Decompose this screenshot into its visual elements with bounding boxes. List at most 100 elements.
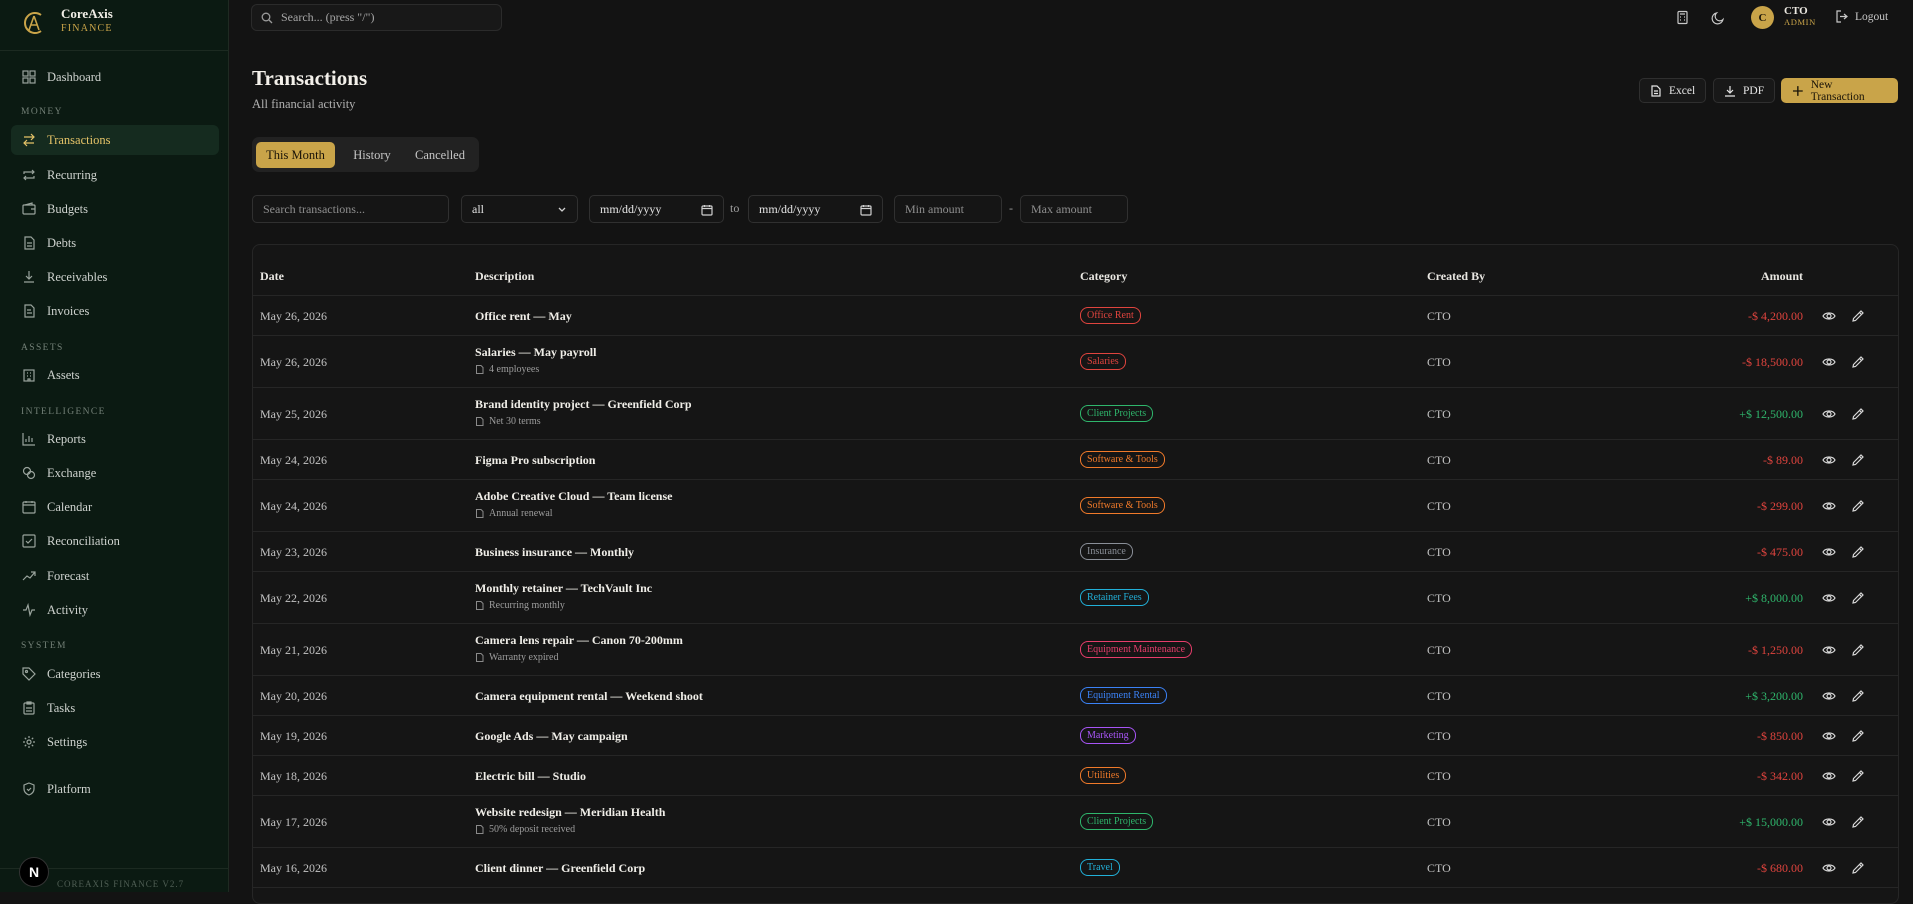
min-amount-input[interactable]: Min amount [894,195,1002,223]
new-transaction-button[interactable]: New Transaction [1781,78,1898,103]
table-row[interactable]: May 25, 2026 Brand identity project — Gre… [253,388,1898,440]
tab-this-month[interactable]: This Month [256,142,335,168]
edit-icon[interactable] [1851,815,1865,829]
view-icon[interactable] [1822,689,1836,703]
sidebar-item-categories[interactable]: Categories [11,659,219,689]
sidebar-item-reconciliation[interactable]: Reconciliation [11,526,219,556]
wallet-icon [22,202,36,215]
user-name: CTO [1784,5,1808,17]
cell-description: Monthly retainer — TechVault Inc [475,581,653,595]
brand[interactable]: CoreAxis FINANCE [0,0,229,51]
sidebar-item-reports[interactable]: Reports [11,424,219,454]
export-pdf-button[interactable]: PDF [1713,78,1776,103]
sidebar-item-receivables[interactable]: Receivables [11,262,219,292]
view-icon[interactable] [1822,643,1836,657]
view-icon[interactable] [1822,407,1836,421]
edit-icon[interactable] [1851,643,1865,657]
table-row[interactable]: May 26, 2026 Salaries — May payroll 4 empl… [253,336,1898,388]
cell-description: Brand identity project — Greenfield Corp [475,397,692,411]
view-icon[interactable] [1822,591,1836,605]
date-to-value: mm/dd/yyyy [759,201,821,216]
edit-icon[interactable] [1851,355,1865,369]
cell-description: Office rent — May [475,309,572,323]
header-category[interactable]: Category [1080,269,1127,284]
calculator-icon[interactable] [1675,10,1690,25]
table-row[interactable]: May 23, 2026 Business insurance — Monthly… [253,532,1898,572]
type-select[interactable]: all [461,195,578,223]
edit-icon[interactable] [1851,545,1865,559]
table-row[interactable]: May 20, 2026 Camera equipment rental — We… [253,676,1898,716]
calendar-icon[interactable] [701,204,713,216]
cell-description: Figma Pro subscription [475,453,596,467]
avatar[interactable]: C [1751,6,1774,29]
header-created-by[interactable]: Created By [1427,269,1485,284]
cell-created-by: CTO [1427,729,1451,743]
sidebar-item-tasks[interactable]: Tasks [11,693,219,723]
table-row[interactable]: May 17, 2026 Website redesign — Meridian … [253,796,1898,848]
view-icon[interactable] [1822,729,1836,743]
edit-icon[interactable] [1851,407,1865,421]
table-row[interactable]: May 21, 2026 Camera lens repair — Canon 7… [253,624,1898,676]
date-from-input[interactable]: mm/dd/yyyy [589,195,724,223]
edit-icon[interactable] [1851,499,1865,513]
date-to-input[interactable]: mm/dd/yyyy [748,195,883,223]
table-row[interactable]: May 16, 2026 Client dinner — Greenfield C… [253,848,1898,888]
edit-icon[interactable] [1851,591,1865,605]
sidebar-item-dashboard[interactable]: Dashboard [11,62,219,92]
sidebar-item-label: Budgets [47,201,88,216]
view-icon[interactable] [1822,499,1836,513]
category-badge: Equipment Rental [1080,687,1167,704]
sidebar-item-transactions[interactable]: Transactions [11,125,219,155]
edit-icon[interactable] [1851,453,1865,467]
view-icon[interactable] [1822,815,1836,829]
edit-icon[interactable] [1851,769,1865,783]
tab-cancelled[interactable]: Cancelled [405,142,475,168]
sidebar-item-calendar[interactable]: Calendar [11,492,219,522]
view-icon[interactable] [1822,355,1836,369]
moon-icon[interactable] [1711,10,1726,25]
cell-date: May 24, 2026 [260,453,327,467]
sidebar-item-assets[interactable]: Assets [11,360,219,390]
view-icon[interactable] [1822,545,1836,559]
view-icon[interactable] [1822,769,1836,783]
view-icon[interactable] [1822,309,1836,323]
edit-icon[interactable] [1851,729,1865,743]
header-description[interactable]: Description [475,269,534,284]
export-excel-button[interactable]: Excel [1639,78,1707,103]
view-icon[interactable] [1822,861,1836,875]
calendar-icon[interactable] [860,204,872,216]
edit-icon[interactable] [1851,861,1865,875]
sidebar-item-debts[interactable]: Debts [11,228,219,258]
sidebar-item-invoices[interactable]: Invoices [11,296,219,326]
sidebar-item-forecast[interactable]: Forecast [11,561,219,591]
n-badge[interactable]: N [19,857,49,887]
section-system: SYSTEM [21,641,67,651]
table-row[interactable]: May 22, 2026 Monthly retainer — TechVault… [253,572,1898,624]
header-date[interactable]: Date [260,269,284,284]
edit-icon[interactable] [1851,689,1865,703]
sidebar-item-recurring[interactable]: Recurring [11,160,219,190]
max-amount-input[interactable]: Max amount [1020,195,1128,223]
sidebar-item-budgets[interactable]: Budgets [11,194,219,224]
logout-button[interactable]: Logout [1836,10,1888,23]
brand-subtitle: FINANCE [61,23,113,34]
transactions-table: Date Description Category Created By Amo… [252,244,1899,904]
table-row[interactable]: May 19, 2026 Google Ads — May campaign Mar… [253,716,1898,756]
tab-history[interactable]: History [342,142,402,168]
sidebar-item-settings[interactable]: Settings [11,727,219,757]
table-row[interactable]: May 24, 2026 Figma Pro subscription Softwa… [253,440,1898,480]
global-search-input[interactable]: Search... (press "/") [251,4,502,31]
transaction-search-input[interactable]: Search transactions... [252,195,449,223]
sidebar-item-activity[interactable]: Activity [11,595,219,625]
sidebar-item-platform[interactable]: Platform [11,774,219,804]
table-row[interactable]: May 18, 2026 Electric bill — Studio Utilit… [253,756,1898,796]
view-icon[interactable] [1822,453,1836,467]
sidebar-item-exchange[interactable]: Exchange [11,458,219,488]
page-subtitle: All financial activity [252,97,356,111]
table-row[interactable]: May 24, 2026 Adobe Creative Cloud — Team … [253,480,1898,532]
table-row[interactable]: May 26, 2026 Office rent — May Office Rent… [253,296,1898,336]
edit-icon[interactable] [1851,309,1865,323]
tags-icon [22,667,36,681]
download-icon [24,271,34,283]
header-amount[interactable]: Amount [1761,269,1803,284]
